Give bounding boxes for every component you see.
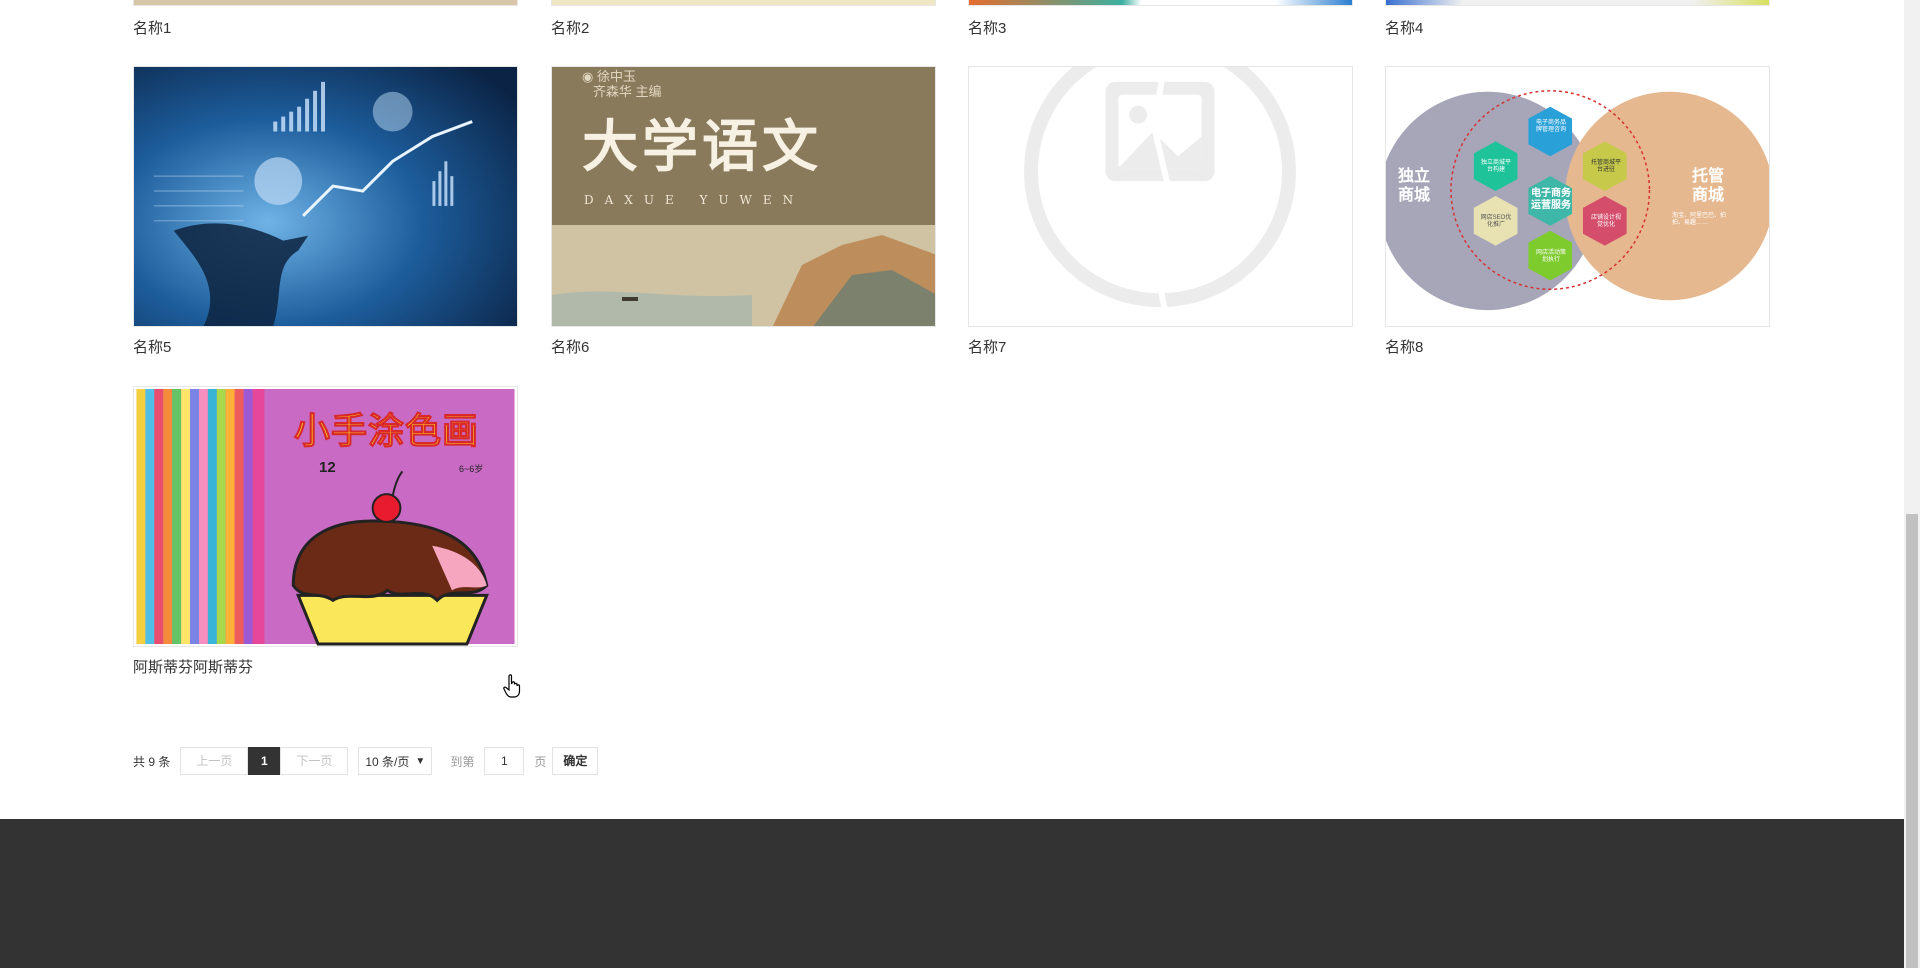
card-thumbnail[interactable]: 独立商城 托管商城 电子商务运营服务 电子商务品牌管理咨询 独立商城平台构建 托… xyxy=(1385,66,1770,327)
broken-image-placeholder-icon xyxy=(1024,67,1296,326)
current-page[interactable]: 1 xyxy=(248,747,281,775)
card-8[interactable]: 独立商城 托管商城 电子商务运营服务 电子商务品牌管理咨询 独立商城平台构建 托… xyxy=(1385,66,1770,357)
diagram-hex-label: 网店SEO优化推广 xyxy=(1480,215,1512,228)
card-thumbnail[interactable] xyxy=(1385,0,1770,6)
card-title[interactable]: 名称8 xyxy=(1385,339,1770,357)
confirm-button[interactable]: 确定 xyxy=(552,747,599,775)
footer xyxy=(0,819,1904,968)
prev-page-button[interactable]: 上一页 xyxy=(180,747,249,775)
card-thumbnail[interactable] xyxy=(133,66,518,327)
card-3[interactable]: 名称3 xyxy=(968,0,1353,38)
pagination: 共 9 条 上一页 1 下一页 10 条/页 ▼ 到第 1 页 确定 xyxy=(133,747,599,775)
card-thumbnail[interactable] xyxy=(551,0,936,6)
diagram-center-label: 电子商务运营服务 xyxy=(1531,188,1571,211)
card-title[interactable]: 名称7 xyxy=(968,339,1353,357)
diagram-hex-label: 网店活动策划执行 xyxy=(1535,250,1566,263)
card-4[interactable]: 名称4 xyxy=(1385,0,1770,38)
next-page-button[interactable]: 下一页 xyxy=(280,747,349,775)
page: 名称1 名称2 名称3 名称4 名称5 ◉ 徐中玉 齐森华 主编 大学语文 DA… xyxy=(0,0,1904,968)
page-suffix-label: 页 xyxy=(534,754,547,769)
page-size-select[interactable]: 10 条/页 ▼ xyxy=(358,747,433,775)
card-title[interactable]: 阿斯蒂芬阿斯蒂芬 xyxy=(133,659,518,677)
scrollbar[interactable] xyxy=(1904,0,1920,968)
card-title[interactable]: 名称4 xyxy=(1385,20,1770,38)
diagram-hex-label: 托管商城平台进驻 xyxy=(1590,160,1621,173)
scrollbar-thumb[interactable] xyxy=(1906,514,1918,968)
card-title[interactable]: 名称6 xyxy=(551,339,936,357)
book-editors: ◉ 徐中玉 齐森华 主编 xyxy=(582,69,662,99)
business-chart-image xyxy=(134,67,517,326)
book-title: 大学语文 xyxy=(582,114,822,180)
card-6[interactable]: ◉ 徐中玉 齐森华 主编 大学语文 DAXUE YUWEN 名称6 xyxy=(551,66,936,357)
diagram-right-label: 托管商城 xyxy=(1692,168,1725,204)
card-9[interactable]: 小手涂色画 12 6~6岁 阿斯蒂芬阿斯蒂芬 xyxy=(133,386,518,677)
landscape-painting-image xyxy=(552,225,935,326)
card-thumbnail[interactable]: ◉ 徐中玉 齐森华 主编 大学语文 DAXUE YUWEN xyxy=(551,66,936,327)
card-thumbnail[interactable] xyxy=(968,66,1353,327)
diagram-hex-label: 电子商务品牌管理咨询 xyxy=(1535,120,1566,133)
page-size-value: 10 条/页 xyxy=(365,754,410,769)
card-thumbnail[interactable]: 小手涂色画 12 6~6岁 xyxy=(133,386,518,647)
book-cover-age: 6~6岁 xyxy=(459,464,484,474)
diagram-note: 淘宝、阿里巴巴、拍拍、易趣…… xyxy=(1672,213,1727,226)
card-title[interactable]: 名称3 xyxy=(968,20,1353,38)
total-count: 共 9 条 xyxy=(133,754,171,769)
card-title[interactable]: 名称2 xyxy=(551,20,936,38)
chevron-down-icon: ▼ xyxy=(415,755,426,767)
book-subtitle: DAXUE YUWEN xyxy=(584,193,805,207)
book-cover-number: 12 xyxy=(319,459,336,476)
card-2[interactable]: 名称2 xyxy=(551,0,936,38)
goto-label: 到第 xyxy=(450,754,475,769)
card-5[interactable]: 名称5 xyxy=(133,66,518,357)
card-title[interactable]: 名称5 xyxy=(133,339,518,357)
card-thumbnail[interactable] xyxy=(968,0,1353,6)
card-thumbnail[interactable] xyxy=(133,0,518,6)
hand-cursor-icon xyxy=(503,674,521,698)
diagram-hex-label: 店铺设计视觉优化 xyxy=(1590,215,1621,228)
card-1[interactable]: 名称1 xyxy=(133,0,518,38)
page-jump-input[interactable]: 1 xyxy=(484,747,525,775)
card-7[interactable]: 名称7 xyxy=(968,66,1353,357)
card-title[interactable]: 名称1 xyxy=(133,20,518,38)
book-cover-title: 小手涂色画 xyxy=(293,410,480,452)
diagram-left-label: 独立商城 xyxy=(1398,168,1431,204)
diagram-hex-label: 独立商城平台构建 xyxy=(1480,160,1511,173)
